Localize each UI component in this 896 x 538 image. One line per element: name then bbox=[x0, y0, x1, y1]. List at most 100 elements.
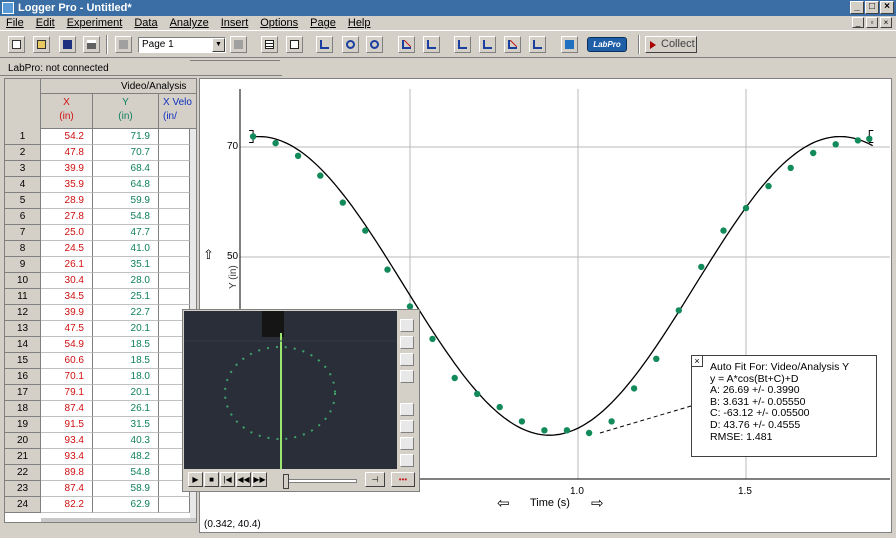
table-cell-x[interactable]: 35.9 bbox=[41, 177, 93, 193]
curve-fit-box[interactable]: × Auto Fit For: Video/Analysis Y y = A*c… bbox=[691, 355, 877, 457]
table-cell-y[interactable]: 31.5 bbox=[93, 417, 159, 433]
menu-options[interactable]: Options bbox=[254, 16, 304, 30]
data-point[interactable] bbox=[496, 403, 503, 411]
add-point-icon[interactable] bbox=[400, 336, 414, 349]
doc-close-button[interactable]: × bbox=[880, 17, 892, 28]
data-point[interactable] bbox=[810, 149, 817, 157]
table-cell-x[interactable]: 91.5 bbox=[41, 417, 93, 433]
table-cell-y[interactable]: 58.9 bbox=[93, 481, 159, 497]
table-cell-x-velocity[interactable] bbox=[159, 193, 190, 209]
labpro-button[interactable]: LabPro bbox=[587, 37, 627, 52]
table-cell-y[interactable]: 40.3 bbox=[93, 433, 159, 449]
table-cell-y[interactable]: 59.9 bbox=[93, 193, 159, 209]
table-cell-y[interactable]: 26.1 bbox=[93, 401, 159, 417]
menu-experiment[interactable]: Experiment bbox=[61, 16, 129, 30]
new-file-button[interactable] bbox=[8, 36, 25, 53]
tangent-button[interactable] bbox=[423, 36, 440, 53]
table-cell-x[interactable]: 27.8 bbox=[41, 209, 93, 225]
data-point[interactable] bbox=[339, 199, 346, 206]
table-cell-y[interactable]: 47.7 bbox=[93, 225, 159, 241]
data-point[interactable] bbox=[720, 227, 727, 234]
x-axis-label[interactable]: Time (s) bbox=[530, 497, 570, 509]
zoom-in-icon[interactable] bbox=[342, 36, 359, 53]
table-cell-x[interactable]: 39.9 bbox=[41, 305, 93, 321]
table-cell-x-velocity[interactable] bbox=[159, 161, 190, 177]
table-cell-x-velocity[interactable] bbox=[159, 145, 190, 161]
table-cell-y[interactable]: 54.8 bbox=[93, 465, 159, 481]
table-cell-y[interactable]: 25.1 bbox=[93, 289, 159, 305]
table-cell-x[interactable]: 54.9 bbox=[41, 337, 93, 353]
close-button[interactable]: × bbox=[880, 1, 894, 14]
data-point[interactable] bbox=[429, 335, 436, 343]
video-window[interactable]: ▶ ■ |◀ ◀◀ ▶▶ ⊣ ••• bbox=[182, 309, 420, 492]
table-cell-y[interactable]: 20.1 bbox=[93, 321, 159, 337]
table-view-button[interactable] bbox=[261, 36, 278, 53]
data-point[interactable] bbox=[518, 418, 526, 425]
video-position-slider[interactable] bbox=[283, 474, 357, 489]
slider-thumb[interactable] bbox=[283, 474, 289, 489]
data-browser-button[interactable] bbox=[286, 36, 303, 53]
x-axis-left-arrow-icon[interactable]: ⇦ bbox=[497, 494, 510, 512]
video-capture-button[interactable] bbox=[561, 36, 578, 53]
table-cell-y[interactable]: 68.4 bbox=[93, 161, 159, 177]
photo-distance-icon[interactable] bbox=[400, 403, 414, 416]
table-cell-x[interactable]: 54.2 bbox=[41, 129, 93, 145]
show-path-icon[interactable] bbox=[400, 420, 414, 433]
table-cell-x[interactable]: 47.5 bbox=[41, 321, 93, 337]
data-point[interactable] bbox=[317, 172, 324, 179]
table-cell-y[interactable]: 18.0 bbox=[93, 369, 159, 385]
table-cell-x[interactable]: 89.8 bbox=[41, 465, 93, 481]
graph-sync-icon[interactable] bbox=[400, 437, 414, 450]
data-point[interactable] bbox=[832, 141, 839, 148]
table-cell-x-velocity[interactable] bbox=[159, 289, 190, 305]
page-select[interactable]: Page 1 ▼ bbox=[138, 37, 226, 53]
minimize-button[interactable]: _ bbox=[850, 1, 864, 14]
table-cell-x-velocity[interactable] bbox=[159, 241, 190, 257]
table-cell-x[interactable]: 60.6 bbox=[41, 353, 93, 369]
data-point[interactable] bbox=[866, 135, 873, 142]
table-cell-y[interactable]: 35.1 bbox=[93, 257, 159, 273]
close-icon[interactable]: × bbox=[691, 355, 703, 367]
stop-icon[interactable]: ■ bbox=[204, 472, 219, 487]
table-cell-y[interactable]: 54.8 bbox=[93, 209, 159, 225]
chevron-down-icon[interactable]: ▼ bbox=[212, 38, 225, 52]
video-frame[interactable] bbox=[184, 311, 397, 469]
table-cell-x-velocity[interactable] bbox=[159, 225, 190, 241]
table-cell-x-velocity[interactable] bbox=[159, 273, 190, 289]
data-point[interactable] bbox=[362, 227, 369, 234]
table-cell-x[interactable]: 93.4 bbox=[41, 433, 93, 449]
zoom-out-icon[interactable] bbox=[366, 36, 383, 53]
menu-file[interactable]: File bbox=[0, 16, 30, 30]
data-point[interactable] bbox=[675, 307, 682, 314]
linear-fit-button[interactable] bbox=[504, 36, 521, 53]
data-point[interactable] bbox=[653, 355, 660, 362]
table-cell-y[interactable]: 20.1 bbox=[93, 385, 159, 401]
menu-help[interactable]: Help bbox=[342, 16, 377, 30]
data-point[interactable] bbox=[294, 152, 302, 159]
set-scale-icon[interactable] bbox=[400, 370, 414, 383]
data-point[interactable] bbox=[854, 137, 862, 144]
horizontal-scrollbar[interactable] bbox=[41, 518, 196, 522]
save-button[interactable] bbox=[59, 36, 76, 53]
data-point[interactable] bbox=[698, 263, 705, 271]
table-cell-x[interactable]: 25.0 bbox=[41, 225, 93, 241]
calibration-icon[interactable] bbox=[400, 454, 414, 467]
table-cell-y[interactable]: 28.0 bbox=[93, 273, 159, 289]
data-point[interactable] bbox=[384, 266, 391, 273]
table-cell-y[interactable]: 18.5 bbox=[93, 353, 159, 369]
table-cell-x[interactable]: 82.2 bbox=[41, 497, 93, 513]
data-point[interactable] bbox=[451, 374, 458, 382]
x-axis-right-arrow-icon[interactable]: ⇨ bbox=[591, 494, 604, 512]
data-point[interactable] bbox=[272, 139, 279, 147]
y-axis-label[interactable]: Y (in) bbox=[228, 265, 239, 289]
table-cell-y[interactable]: 22.7 bbox=[93, 305, 159, 321]
select-tool-icon[interactable] bbox=[400, 319, 414, 332]
auto-track-icon[interactable]: ••• bbox=[391, 472, 415, 487]
print-button[interactable] bbox=[83, 36, 100, 53]
open-file-button[interactable] bbox=[33, 36, 50, 53]
curve-fit-button[interactable] bbox=[529, 36, 546, 53]
menu-insert[interactable]: Insert bbox=[215, 16, 255, 30]
table-cell-x[interactable]: 47.8 bbox=[41, 145, 93, 161]
table-cell-x[interactable]: 34.5 bbox=[41, 289, 93, 305]
data-point[interactable] bbox=[742, 204, 750, 212]
